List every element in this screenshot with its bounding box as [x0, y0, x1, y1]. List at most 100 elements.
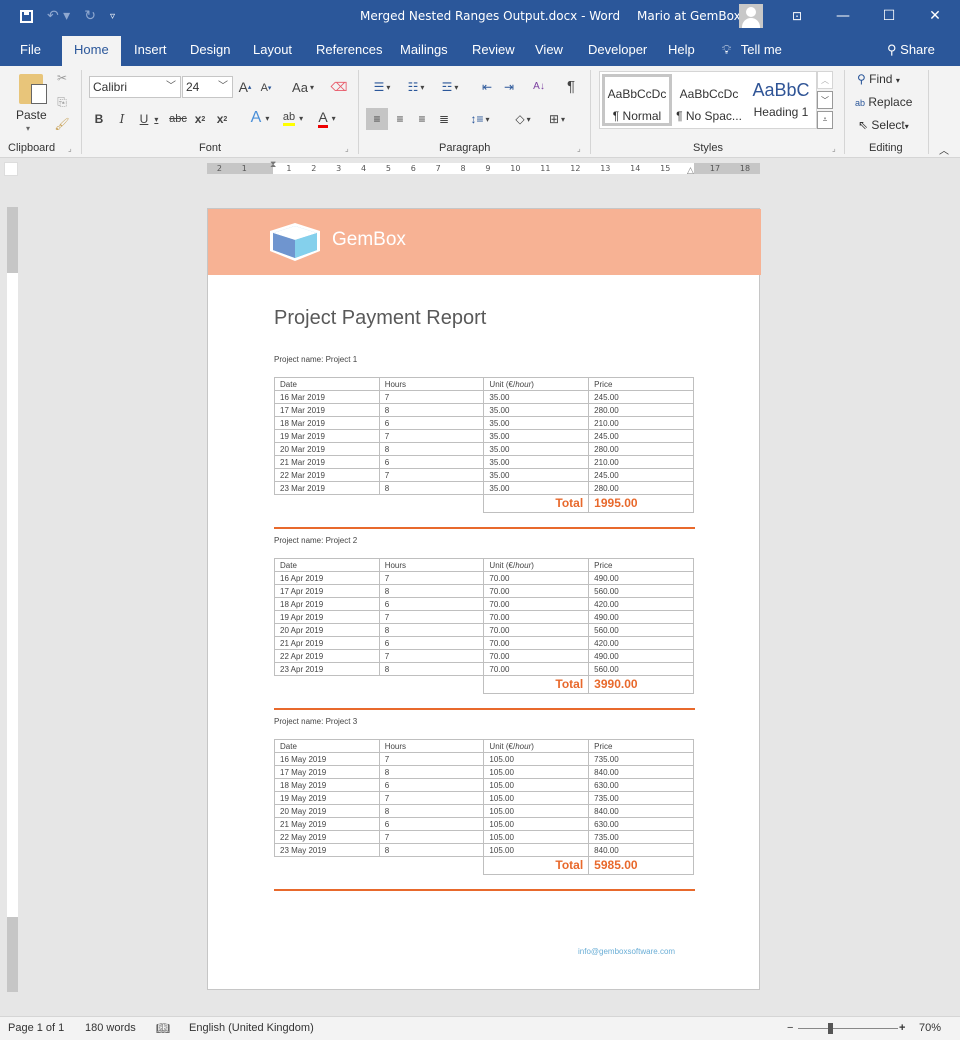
superscript-button[interactable]: x2 [214, 110, 230, 128]
increase-indent-icon[interactable]: ⇥ [500, 78, 518, 96]
align-right-icon[interactable]: ≡ [412, 108, 432, 130]
subscript-button[interactable]: x2 [192, 110, 208, 128]
format-painter-icon[interactable]: 🖌︎ [54, 116, 70, 132]
language[interactable]: English (United Kingdom) [189, 1022, 314, 1034]
font-size-select[interactable]: 24 ﹀ [182, 76, 233, 98]
sort-icon[interactable]: A↓ [530, 76, 548, 96]
borders-button[interactable]: ⊞ ▾ [542, 108, 572, 130]
maximize-button[interactable]: ☐ [874, 4, 904, 28]
shrink-font-icon[interactable]: A ▾ [258, 80, 274, 96]
highlight-color-button[interactable]: ab ▾ [278, 108, 308, 128]
page-count[interactable]: Page 1 of 1 [8, 1022, 64, 1034]
ruler-tick: 17 [709, 164, 721, 173]
collapse-ribbon-icon[interactable]: ︿ [939, 142, 949, 157]
font-family-select[interactable]: Calibri ﹀ [89, 76, 181, 98]
minimize-button[interactable]: — [828, 4, 858, 28]
grow-font-icon[interactable]: A ▴ [237, 78, 253, 96]
align-left-icon[interactable]: ≡ [366, 108, 388, 130]
table-cell: 490.00 [588, 610, 694, 624]
tab-file[interactable]: File [20, 42, 41, 57]
table-row: 21 May 2019 6 105.00 630.00 [274, 817, 694, 831]
styles-more-button[interactable]: ⩡ [817, 111, 833, 129]
numbering-button[interactable]: ☷ ▾ [402, 78, 430, 96]
font-color-button[interactable]: A ▾ [312, 108, 342, 128]
styles-scroll-down-button[interactable]: ﹀ [817, 91, 833, 109]
tab-developer[interactable]: Developer [588, 42, 647, 57]
tab-references[interactable]: References [316, 42, 382, 57]
zoom-slider-handle[interactable] [828, 1023, 833, 1034]
copy-icon[interactable]: ⎘ [54, 94, 70, 110]
undo-icon[interactable]: ↶ ▾ [47, 8, 70, 24]
save-icon[interactable] [20, 9, 33, 23]
zoom-level[interactable]: 70% [919, 1022, 941, 1034]
dialog-launcher-icon[interactable]: ⌟ [345, 144, 349, 153]
select-button[interactable]: ⇖ Select▾ [858, 118, 909, 132]
horizontal-ruler[interactable]: 2 1 1 2 3 4 5 6 7 8 9 10 11 12 13 14 15 17 18 [207, 163, 760, 174]
underline-button[interactable]: U ▾ [137, 110, 161, 128]
bullets-button[interactable]: ☰ ▾ [368, 78, 396, 96]
dialog-launcher-icon[interactable]: ⌟ [68, 144, 72, 153]
redo-icon[interactable]: ↻ [84, 8, 96, 24]
zoom-out-button[interactable]: − [787, 1022, 793, 1034]
bold-button[interactable]: B [92, 110, 106, 128]
clear-formatting-icon[interactable]: ⌫ [330, 78, 348, 96]
word-count[interactable]: 180 words [85, 1022, 136, 1034]
tab-layout[interactable]: Layout [253, 42, 292, 57]
close-button[interactable]: ✕ [920, 4, 950, 28]
dialog-launcher-icon[interactable]: ⌟ [577, 144, 581, 153]
style-normal[interactable]: AaBbCcDc ¶ Normal [602, 74, 672, 126]
section-divider [274, 527, 695, 529]
table-cell: 19 Apr 2019 [274, 610, 380, 624]
replace-button[interactable]: ab Replace [855, 95, 912, 109]
first-line-indent-handle[interactable]: ⧗ [270, 160, 276, 170]
paste-label[interactable]: Paste [16, 108, 47, 122]
footer-email-link[interactable]: info@gemboxsoftware.com [578, 947, 675, 956]
document-page[interactable]: GemBox Project Payment Report Project na… [207, 208, 761, 990]
tab-view[interactable]: View [535, 42, 563, 57]
column-header: Price [588, 739, 694, 753]
share-button[interactable]: ⚲ Share [887, 42, 935, 58]
dialog-launcher-icon[interactable]: ⌟ [832, 144, 836, 153]
tab-home[interactable]: Home [62, 36, 121, 66]
proofing-icon[interactable]: 📖︎ [156, 1022, 170, 1035]
tab-help[interactable]: Help [668, 42, 695, 57]
paste-button[interactable] [14, 72, 48, 106]
paste-dropdown-icon[interactable]: ▾ [26, 124, 30, 133]
tab-insert[interactable]: Insert [134, 42, 167, 57]
tab-selector[interactable] [4, 162, 18, 176]
style-heading-1[interactable]: AaBbC Heading 1 [746, 74, 816, 126]
styles-scroll-up-button[interactable]: ︿ [817, 71, 833, 89]
decrease-indent-icon[interactable]: ⇤ [478, 78, 496, 96]
total-row: Total 3990.00 [275, 675, 694, 694]
tab-mailings[interactable]: Mailings [400, 42, 448, 57]
show-formatting-icon[interactable]: ¶ [562, 76, 580, 96]
justify-icon[interactable]: ≣ [434, 108, 454, 130]
multilevel-list-button[interactable]: ☲ ▾ [436, 78, 464, 96]
text-effects-button[interactable]: A ▾ [245, 108, 275, 128]
zoom-in-button[interactable]: + [899, 1022, 905, 1034]
change-case-button[interactable]: Aa ▾ [288, 78, 318, 96]
style-no-spacing[interactable]: AaBbCcDc ¶ No Spac... [674, 74, 744, 126]
right-indent-handle[interactable]: △ [687, 166, 694, 176]
ruler-tick: 11 [540, 164, 551, 173]
italic-button[interactable]: I [115, 110, 129, 128]
zoom-slider-track[interactable] [798, 1028, 898, 1029]
table-cell: 21 May 2019 [274, 817, 380, 831]
table-cell: 8 [378, 481, 485, 495]
customize-icon[interactable]: ▿ [110, 11, 115, 22]
ribbon-display-options-button[interactable]: ⊡ [782, 4, 812, 28]
table-cell: 7 [378, 571, 485, 585]
tab-design[interactable]: Design [190, 42, 230, 57]
find-button[interactable]: ⚲ Find ▾ [857, 72, 900, 86]
align-center-icon[interactable]: ≡ [390, 108, 410, 130]
avatar[interactable] [739, 4, 763, 28]
cut-icon[interactable]: ✂ [54, 70, 70, 86]
strikethrough-button[interactable]: abc [168, 110, 188, 128]
line-spacing-button[interactable]: ↕≡ ▾ [465, 108, 495, 130]
tab-review[interactable]: Review [472, 42, 515, 57]
user-name[interactable]: Mario at GemBox [637, 9, 741, 23]
vertical-ruler[interactable] [7, 207, 18, 992]
tell-me-search[interactable]: 💡︎ Tell me [722, 42, 782, 58]
ruler-tick: 7 [435, 164, 441, 173]
shading-button[interactable]: ◇ ▾ [508, 108, 538, 130]
